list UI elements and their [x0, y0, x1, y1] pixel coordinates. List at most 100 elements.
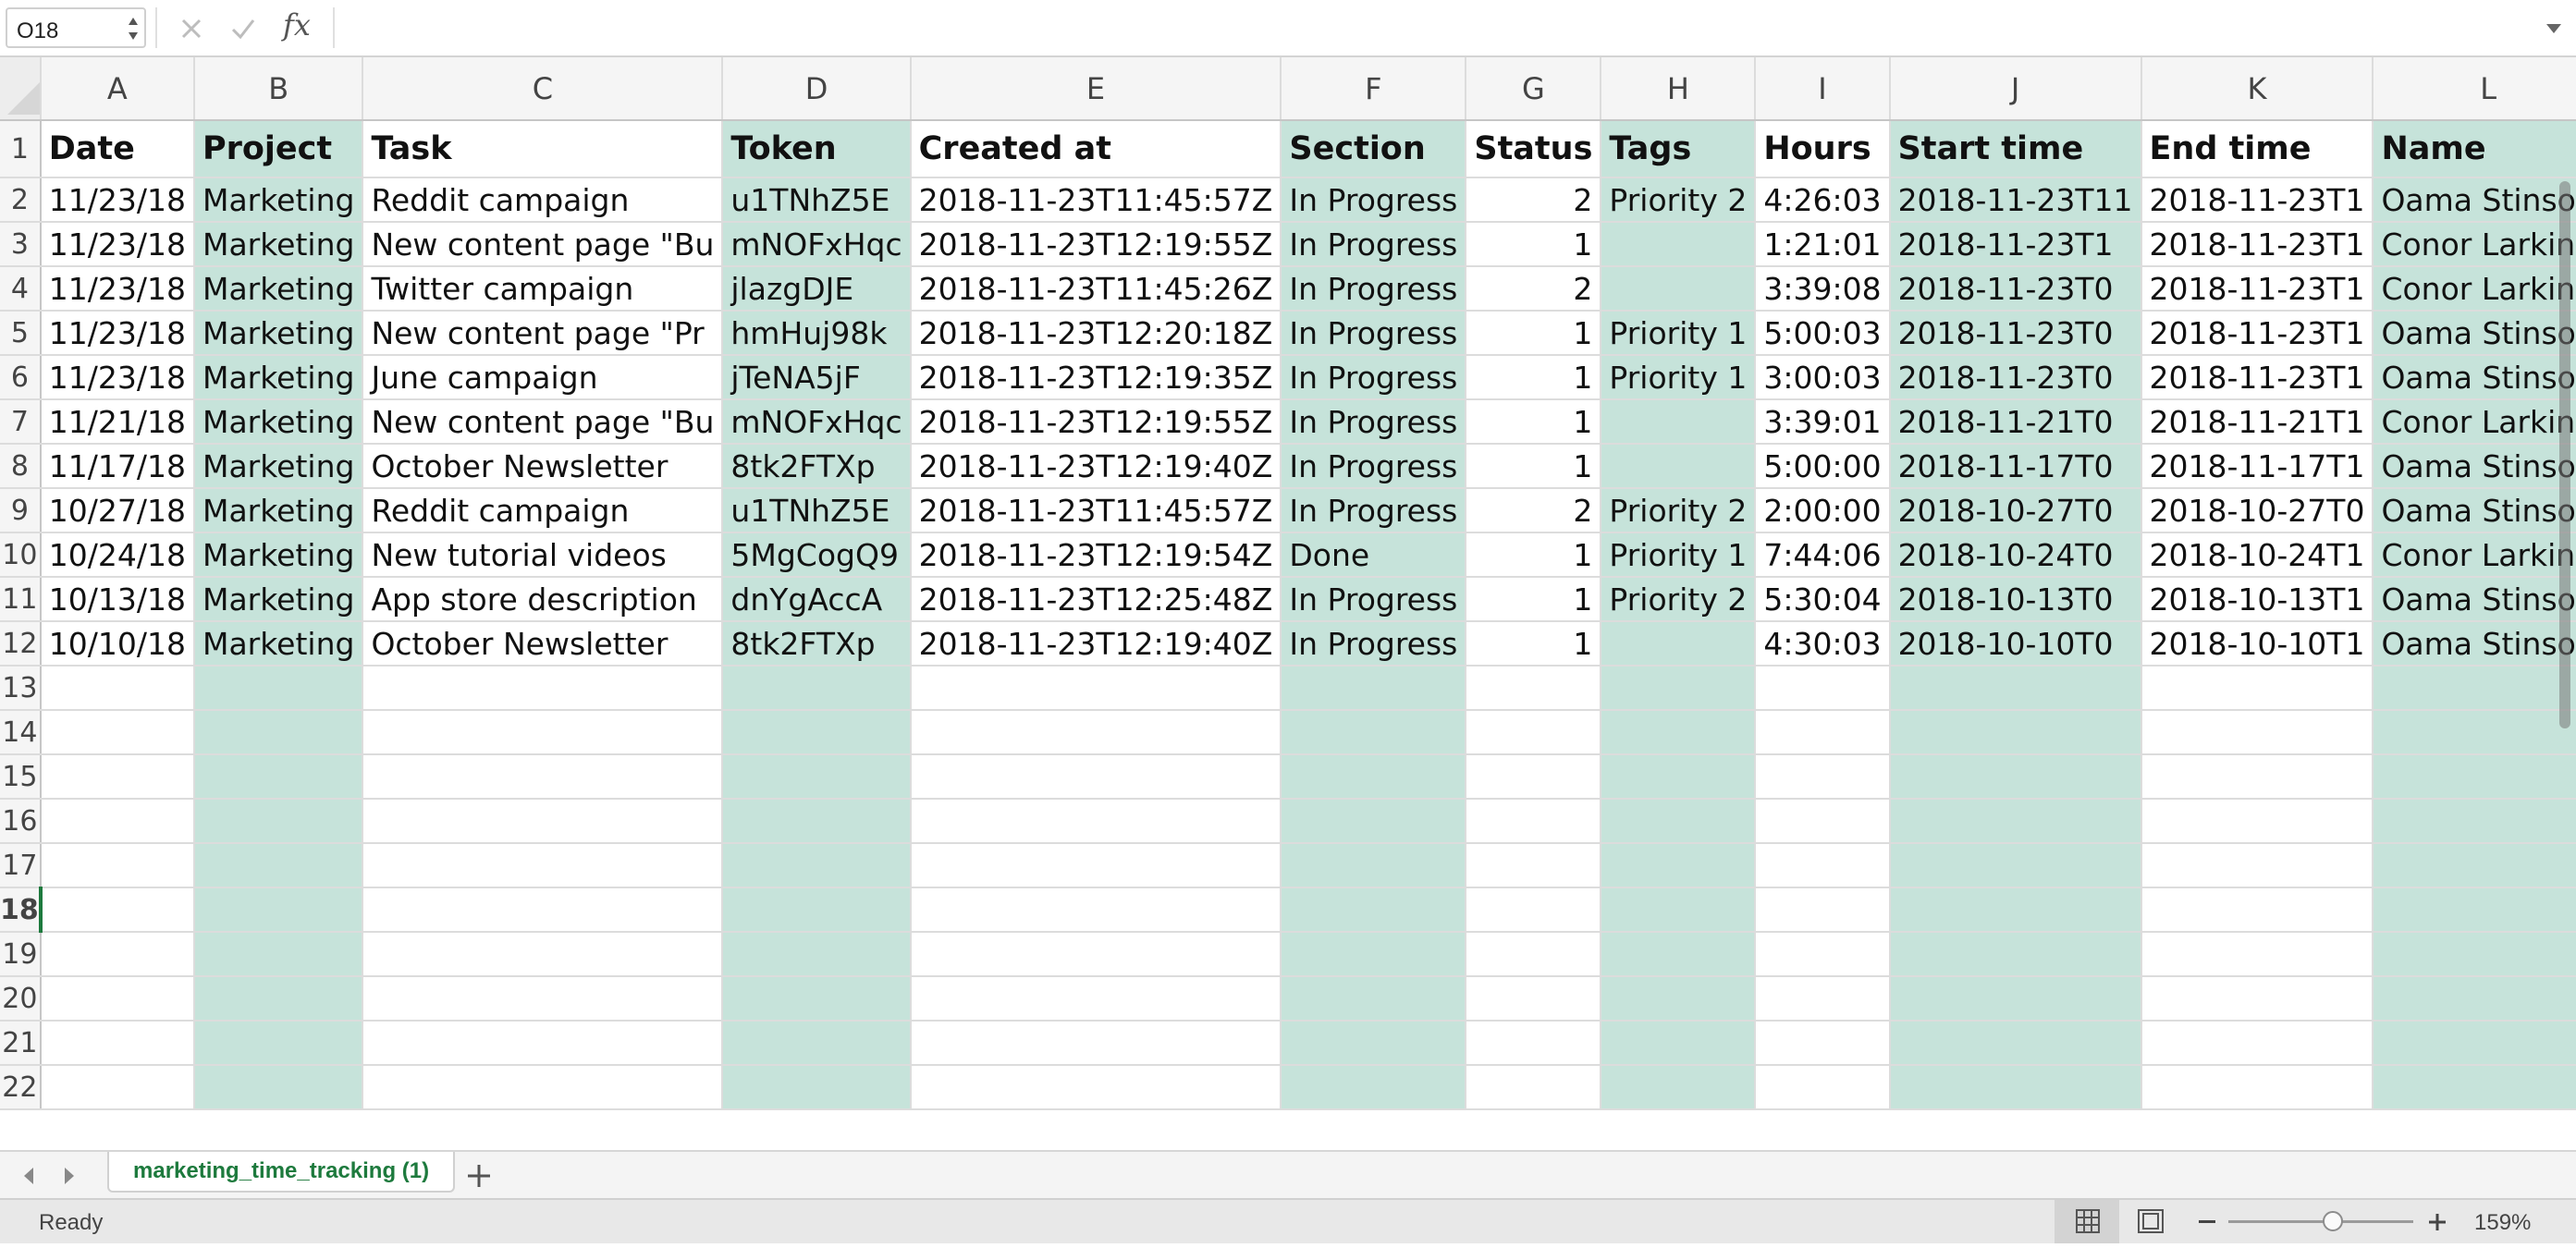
cell-g15[interactable]: [1466, 754, 1602, 800]
cell-i11[interactable]: 5:30:04: [1755, 577, 1891, 622]
zoom-slider-track[interactable]: [2228, 1220, 2413, 1223]
cell-b2[interactable]: Marketing: [193, 177, 364, 223]
cell-c5[interactable]: New content page "Pr: [362, 311, 724, 356]
cell-k22[interactable]: [2141, 1065, 2374, 1110]
cell-c2[interactable]: Reddit campaign: [362, 177, 724, 223]
cell-j20[interactable]: [1889, 976, 2142, 1022]
cell-h13[interactable]: [1601, 666, 1757, 711]
cell-l10[interactable]: Conor Larkin: [2373, 532, 2576, 578]
cell-k13[interactable]: [2141, 666, 2374, 711]
cell-l14[interactable]: [2373, 710, 2576, 755]
cell-g20[interactable]: [1466, 976, 1602, 1022]
row-header-10[interactable]: 10: [0, 532, 42, 578]
column-header-d[interactable]: D: [722, 57, 912, 121]
cell-l7[interactable]: Conor Larkin: [2373, 399, 2576, 445]
column-header-e[interactable]: E: [910, 57, 1282, 121]
cell-f5[interactable]: In Progress: [1281, 311, 1467, 356]
cell-a5[interactable]: 11/23/18: [40, 311, 195, 356]
cell-f20[interactable]: [1281, 976, 1467, 1022]
column-header-k[interactable]: K: [2141, 57, 2374, 121]
cell-j15[interactable]: [1889, 754, 2142, 800]
cell-i4[interactable]: 3:39:08: [1755, 266, 1891, 312]
cell-j11[interactable]: 2018-10-13T0: [1889, 577, 2142, 622]
row-header-19[interactable]: 19: [0, 932, 42, 977]
cell-g4[interactable]: 2: [1466, 266, 1602, 312]
cell-b17[interactable]: [193, 843, 364, 888]
cell-a15[interactable]: [40, 754, 195, 800]
name-box[interactable]: O18: [6, 7, 146, 48]
cell-a17[interactable]: [40, 843, 195, 888]
cell-g16[interactable]: [1466, 799, 1602, 844]
cell-b3[interactable]: Marketing: [193, 222, 364, 267]
cell-e3[interactable]: 2018-11-23T12:19:55Z: [910, 222, 1282, 267]
cell-i13[interactable]: [1755, 666, 1891, 711]
cell-g7[interactable]: 1: [1466, 399, 1602, 445]
cell-k11[interactable]: 2018-10-13T1: [2141, 577, 2374, 622]
cell-a6[interactable]: 11/23/18: [40, 355, 195, 400]
cell-c21[interactable]: [362, 1021, 724, 1066]
cell-i7[interactable]: 3:39:01: [1755, 399, 1891, 445]
cell-l11[interactable]: Oama Stinson: [2373, 577, 2576, 622]
cell-k10[interactable]: 2018-10-24T1: [2141, 532, 2374, 578]
cell-h11[interactable]: Priority 2: [1601, 577, 1757, 622]
cell-e1[interactable]: Created at: [910, 120, 1282, 178]
cell-c22[interactable]: [362, 1065, 724, 1110]
chevron-left-icon[interactable]: [18, 1165, 39, 1187]
cell-d16[interactable]: [722, 799, 912, 844]
cell-f13[interactable]: [1281, 666, 1467, 711]
cell-l9[interactable]: Oama Stinson: [2373, 488, 2576, 533]
cell-a8[interactable]: 11/17/18: [40, 444, 195, 489]
cell-a2[interactable]: 11/23/18: [40, 177, 195, 223]
cell-f19[interactable]: [1281, 932, 1467, 977]
cell-e17[interactable]: [910, 843, 1282, 888]
cell-b15[interactable]: [193, 754, 364, 800]
cell-h10[interactable]: Priority 1: [1601, 532, 1757, 578]
cell-e14[interactable]: [910, 710, 1282, 755]
cell-k1[interactable]: End time: [2141, 120, 2374, 178]
cell-c17[interactable]: [362, 843, 724, 888]
cell-i3[interactable]: 1:21:01: [1755, 222, 1891, 267]
cell-a11[interactable]: 10/13/18: [40, 577, 195, 622]
check-icon[interactable]: [227, 13, 259, 44]
cell-b5[interactable]: Marketing: [193, 311, 364, 356]
cell-h4[interactable]: [1601, 266, 1757, 312]
cell-c13[interactable]: [362, 666, 724, 711]
cell-l3[interactable]: Conor Larkin: [2373, 222, 2576, 267]
zoom-slider-thumb[interactable]: [2323, 1211, 2343, 1231]
column-header-b[interactable]: B: [193, 57, 364, 121]
cell-d7[interactable]: mNOFxHqc: [722, 399, 912, 445]
cell-i17[interactable]: [1755, 843, 1891, 888]
cell-d15[interactable]: [722, 754, 912, 800]
cell-a4[interactable]: 11/23/18: [40, 266, 195, 312]
cell-b10[interactable]: Marketing: [193, 532, 364, 578]
cell-i21[interactable]: [1755, 1021, 1891, 1066]
cell-a18[interactable]: [40, 887, 195, 933]
row-header-15[interactable]: 15: [0, 754, 42, 800]
cell-h22[interactable]: [1601, 1065, 1757, 1110]
cell-i5[interactable]: 5:00:03: [1755, 311, 1891, 356]
row-header-17[interactable]: 17: [0, 843, 42, 888]
cell-d12[interactable]: 8tk2FTXp: [722, 621, 912, 667]
cell-l2[interactable]: Oama Stinson: [2373, 177, 2576, 223]
cell-e21[interactable]: [910, 1021, 1282, 1066]
cell-g14[interactable]: [1466, 710, 1602, 755]
cell-j3[interactable]: 2018-11-23T1: [1889, 222, 2142, 267]
select-all-corner[interactable]: [0, 57, 42, 121]
cell-j21[interactable]: [1889, 1021, 2142, 1066]
cell-b14[interactable]: [193, 710, 364, 755]
cell-d10[interactable]: 5MgCogQ9: [722, 532, 912, 578]
cell-f22[interactable]: [1281, 1065, 1467, 1110]
cell-a12[interactable]: 10/10/18: [40, 621, 195, 667]
cell-j6[interactable]: 2018-11-23T0: [1889, 355, 2142, 400]
cell-c4[interactable]: Twitter campaign: [362, 266, 724, 312]
cell-b18[interactable]: [193, 887, 364, 933]
cell-h14[interactable]: [1601, 710, 1757, 755]
row-header-2[interactable]: 2: [0, 177, 42, 223]
row-header-3[interactable]: 3: [0, 222, 42, 267]
sheet-tab-marketing-time-tracking[interactable]: marketing_time_tracking (1): [107, 1152, 456, 1193]
cell-e18[interactable]: [910, 887, 1282, 933]
cell-k12[interactable]: 2018-10-10T1: [2141, 621, 2374, 667]
cell-e7[interactable]: 2018-11-23T12:19:55Z: [910, 399, 1282, 445]
row-header-16[interactable]: 16: [0, 799, 42, 844]
cell-d5[interactable]: hmHuj98k: [722, 311, 912, 356]
